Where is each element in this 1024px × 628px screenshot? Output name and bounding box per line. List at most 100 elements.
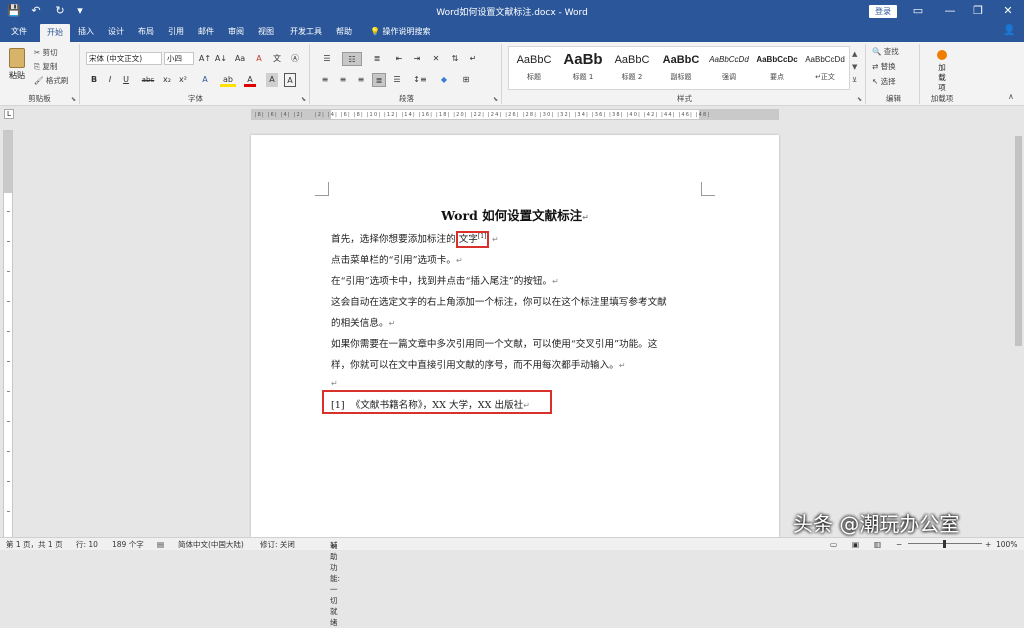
superscript-icon[interactable]: x² — [176, 73, 190, 87]
chinese-layout-icon[interactable]: ✕ — [428, 52, 444, 66]
document-title-text: Word 如何设置文献标注 — [441, 208, 583, 223]
status-track-changes[interactable]: 修订: 关闭 — [260, 539, 295, 550]
status-page[interactable]: 第 1 页，共 1 页 — [6, 539, 63, 550]
grow-font-icon[interactable]: A↑ — [198, 52, 212, 66]
change-case-icon[interactable]: Aa — [232, 52, 248, 66]
format-painter-button[interactable]: 🖌 格式刷 — [34, 75, 68, 87]
strikethrough-icon[interactable]: abc — [140, 73, 156, 87]
style-strong[interactable]: AaBbCcDc 要点 — [754, 48, 800, 86]
borders-icon[interactable]: ⊞ — [458, 73, 474, 87]
distributed-icon[interactable]: ☰ — [390, 73, 404, 87]
status-line[interactable]: 行: 10 — [76, 539, 98, 550]
doc-line-text: 如果你需要在一篇文章中多次引用同一个文献，可以使用“交叉引用”功能。这 — [331, 339, 658, 350]
doc-line-text: 的相关信息。 — [331, 318, 389, 329]
numbering-icon[interactable]: ☷ — [342, 52, 362, 66]
ribbon-display-icon[interactable]: ▭ — [906, 2, 930, 20]
align-left-icon[interactable]: ≡ — [318, 73, 332, 87]
style-normal[interactable]: AaBbCcDd ↵正文 — [802, 48, 848, 86]
restore-button[interactable]: ❐ — [966, 2, 990, 20]
tab-view[interactable]: 视图 — [252, 22, 280, 42]
scrollbar-thumb[interactable] — [1015, 136, 1022, 346]
tell-me-search[interactable]: 💡 操作说明搜索 — [370, 22, 431, 42]
style-subtitle[interactable]: AaBbC 副标题 — [658, 48, 704, 86]
tab-home[interactable]: 开始 — [40, 24, 70, 42]
font-size-dropdown[interactable]: 小四 — [164, 52, 194, 65]
underline-icon[interactable]: U — [120, 73, 132, 87]
tab-design[interactable]: 设计 — [102, 22, 130, 42]
share-icon[interactable]: 👤 — [1003, 25, 1015, 36]
print-layout-icon[interactable]: ▣ — [852, 539, 859, 550]
vertical-ruler[interactable] — [3, 130, 13, 538]
styles-group: AaBbC 标题 AaBb 标题 1 AaBbC 标题 2 AaBbC 副标题 … — [504, 44, 866, 104]
justify-icon[interactable]: ≣ — [372, 73, 386, 87]
decrease-indent-icon[interactable]: ⇤ — [392, 52, 406, 66]
tab-developer[interactable]: 开发工具 — [284, 22, 328, 42]
increase-indent-icon[interactable]: ⇥ — [410, 52, 424, 66]
replace-button[interactable]: ⇄ 替换 — [872, 61, 896, 73]
tab-file[interactable]: 文件 — [4, 22, 34, 42]
tab-review[interactable]: 审阅 — [222, 22, 250, 42]
zoom-level[interactable]: 100% — [996, 539, 1017, 550]
bold-icon[interactable]: B — [88, 73, 100, 87]
find-button[interactable]: 🔍 查找 — [872, 46, 899, 58]
document-page[interactable]: Word 如何设置文献标注↵ 首先，选择你想要添加标注的 文字[1] ↵ 点击菜单… — [251, 135, 779, 537]
paragraph-launcher-icon[interactable]: ⬊ — [493, 96, 498, 103]
copy-button[interactable]: ⎘ 复制 — [34, 61, 57, 73]
cut-button[interactable]: ✂ 剪切 — [34, 47, 58, 59]
vertical-scrollbar[interactable] — [1013, 122, 1024, 537]
style-emphasis[interactable]: AaBbCcDd 强调 — [706, 48, 752, 86]
font-launcher-icon[interactable]: ⬊ — [301, 96, 306, 103]
status-language[interactable]: 简体中文(中国大陆) — [178, 539, 244, 550]
horizontal-ruler[interactable]: |8| |6| |4| |2| |2| |4| |6| |8| |10| |12… — [251, 109, 779, 120]
font-color-icon[interactable]: A — [244, 73, 256, 87]
enclose-char-icon[interactable]: Ⓐ — [288, 52, 302, 66]
tab-references[interactable]: 引用 — [162, 22, 190, 42]
zoom-out-icon[interactable]: − — [896, 539, 902, 550]
shading-icon[interactable]: ◆ — [436, 73, 452, 87]
ribbon-home: 粘贴 ✂ 剪切 ⎘ 复制 🖌 格式刷 剪贴板 ⬊ 宋体 (中文正文) 小四 A↑… — [0, 42, 1024, 106]
select-button[interactable]: ↖ 选择 — [872, 76, 896, 88]
zoom-in-icon[interactable]: + — [985, 539, 991, 550]
addins-button[interactable]: 加载项 — [928, 50, 956, 93]
clipboard-launcher-icon[interactable]: ⬊ — [71, 96, 76, 103]
phonetic-guide-icon[interactable]: 文 — [270, 52, 284, 66]
web-layout-icon[interactable]: ▥ — [874, 539, 881, 550]
line-spacing-icon[interactable]: ↕≡ — [412, 73, 428, 87]
char-border-icon[interactable]: A — [284, 73, 296, 87]
tab-layout[interactable]: 布局 — [132, 22, 160, 42]
styles-scroll[interactable]: ▲ ▼ ⊻ — [852, 48, 857, 87]
char-shading-icon[interactable]: A — [266, 73, 278, 87]
clear-format-icon[interactable]: A — [252, 52, 266, 66]
show-marks-icon[interactable]: ↵ — [466, 52, 480, 66]
style-heading2[interactable]: AaBbC 标题 2 — [608, 48, 656, 86]
replace-icon: ⇄ — [872, 62, 881, 71]
collapse-ribbon-icon[interactable]: ∧ — [1008, 92, 1014, 101]
align-center-icon[interactable]: ≡ — [336, 73, 350, 87]
italic-icon[interactable]: I — [104, 73, 116, 87]
highlight-icon[interactable]: ab — [220, 73, 236, 87]
login-button[interactable]: 登录 — [869, 5, 897, 18]
proofing-icon[interactable]: ▤ — [157, 539, 164, 550]
align-right-icon[interactable]: ≡ — [354, 73, 368, 87]
status-words[interactable]: 189 个字 — [112, 539, 144, 550]
tab-help[interactable]: 帮助 — [330, 22, 358, 42]
style-preview: AaBbCcDd — [709, 55, 749, 64]
style-heading1[interactable]: AaBb 标题 1 — [560, 48, 606, 86]
shrink-font-icon[interactable]: A↓ — [214, 52, 228, 66]
style-title[interactable]: AaBbC 标题 — [510, 48, 558, 86]
tab-selector-icon[interactable]: L — [4, 109, 14, 119]
sort-icon[interactable]: ⇅ — [448, 52, 462, 66]
bullets-icon[interactable]: ☰ — [318, 52, 336, 66]
text-effects-icon[interactable]: A — [198, 73, 212, 87]
read-mode-icon[interactable]: ▭ — [830, 539, 837, 550]
zoom-slider-thumb[interactable] — [943, 540, 946, 548]
subscript-icon[interactable]: x₂ — [160, 73, 174, 87]
close-button[interactable]: ✕ — [996, 2, 1020, 20]
font-name-dropdown[interactable]: 宋体 (中文正文) — [86, 52, 162, 65]
tab-mailings[interactable]: 邮件 — [192, 22, 220, 42]
multilevel-list-icon[interactable]: ≣ — [368, 52, 386, 66]
minimize-button[interactable]: — — [938, 2, 962, 20]
tab-insert[interactable]: 插入 — [72, 22, 100, 42]
styles-launcher-icon[interactable]: ⬊ — [857, 96, 862, 103]
paste-button[interactable]: 粘贴 — [6, 48, 28, 88]
